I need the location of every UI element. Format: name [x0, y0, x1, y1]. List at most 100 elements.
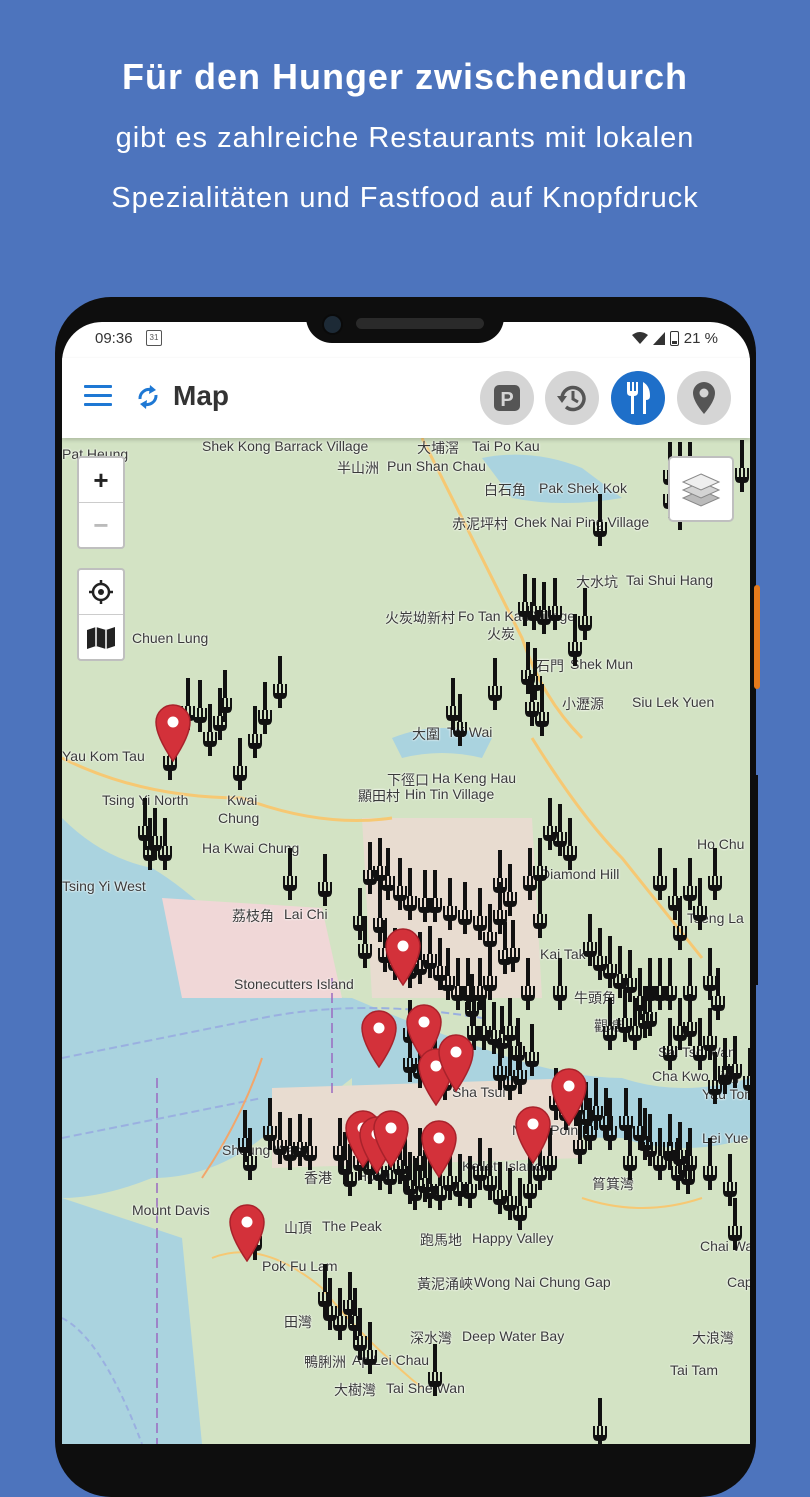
zoom-out-button[interactable]: −: [79, 503, 123, 547]
restaurant-marker[interactable]: [272, 656, 288, 708]
restaurant-marker[interactable]: [142, 818, 158, 870]
restaurant-marker[interactable]: [452, 694, 468, 746]
map-place-label: 黃泥涌峽: [417, 1276, 473, 1292]
map-place-label: Stonecutters Island: [234, 976, 354, 992]
signal-icon: [652, 332, 665, 345]
restaurant-marker[interactable]: [442, 878, 458, 930]
restaurant-marker[interactable]: [637, 986, 653, 1038]
location-pin-marker[interactable]: [437, 1034, 475, 1092]
zoom-in-button[interactable]: +: [79, 458, 123, 503]
restaurant-marker[interactable]: [482, 948, 498, 1000]
restaurant-marker[interactable]: [524, 1024, 540, 1076]
restaurant-marker[interactable]: [592, 494, 608, 546]
refresh-icon[interactable]: [134, 381, 162, 413]
restaurant-marker[interactable]: [562, 818, 578, 870]
map-place-label: Tai She Wan: [386, 1380, 465, 1396]
map-place-label: Yau Kom Tau: [62, 748, 145, 764]
restaurant-marker[interactable]: [505, 920, 521, 972]
history-button[interactable]: [545, 371, 599, 425]
restaurant-marker[interactable]: [232, 738, 248, 790]
restaurant-marker[interactable]: [242, 1128, 258, 1180]
location-pin-marker[interactable]: [154, 704, 192, 762]
restaurant-marker[interactable]: [592, 1398, 608, 1444]
restaurant-marker[interactable]: [682, 1128, 698, 1180]
restaurant-marker[interactable]: [702, 1008, 718, 1060]
places-button[interactable]: [677, 371, 731, 425]
restaurant-marker[interactable]: [157, 818, 173, 870]
restaurant-marker[interactable]: [727, 1198, 743, 1250]
map-place-label: 香港: [304, 1170, 332, 1186]
location-pin-marker[interactable]: [384, 928, 422, 986]
restaurant-marker[interactable]: [734, 440, 750, 492]
hamburger-menu-icon[interactable]: [84, 385, 112, 407]
restaurant-marker[interactable]: [692, 878, 708, 930]
restaurant-marker[interactable]: [547, 578, 563, 630]
restaurant-marker[interactable]: [457, 882, 473, 934]
map-place-label: 白石角: [484, 482, 526, 498]
map-place-label: 半山洲: [337, 460, 379, 476]
map-place-label: Ha Keng Hau: [432, 770, 517, 786]
restaurant-marker[interactable]: [652, 848, 668, 900]
restaurant-marker[interactable]: [672, 898, 688, 950]
locate-button[interactable]: [79, 570, 123, 615]
parking-button[interactable]: P: [480, 371, 534, 425]
map-place-label: Cape: [727, 1274, 750, 1290]
restaurant-marker[interactable]: [552, 958, 568, 1010]
front-camera: [322, 314, 343, 335]
map-place-label: Shek Kong Barrack Village: [202, 438, 369, 454]
restaurants-button[interactable]: [611, 371, 665, 425]
location-pin-marker[interactable]: [360, 1010, 398, 1068]
location-pin-marker[interactable]: [228, 1204, 266, 1262]
map-place-label: 山頂: [284, 1220, 312, 1236]
layers-icon: [681, 473, 721, 507]
map-place-label: 大埔滘: [417, 440, 459, 456]
restaurant-marker[interactable]: [717, 1038, 733, 1090]
map-place-label: Lai Chi: [284, 906, 328, 922]
location-pin-marker[interactable]: [420, 1120, 458, 1178]
restaurant-marker[interactable]: [282, 848, 298, 900]
zoom-control: + −: [77, 456, 125, 549]
map-place-label: Chuen Lung: [132, 630, 209, 646]
restaurant-marker[interactable]: [742, 1048, 750, 1100]
restaurant-marker[interactable]: [302, 1118, 318, 1170]
restaurant-marker[interactable]: [247, 706, 263, 758]
map-place-label: 小瀝源: [562, 696, 604, 712]
location-pin-marker[interactable]: [372, 1110, 410, 1168]
restaurant-marker[interactable]: [702, 1138, 718, 1190]
map-place-label: 火炭: [487, 626, 515, 642]
map-place-label: Siu Lek Yuen: [632, 694, 715, 710]
map-place-label: 赤泥坪村: [452, 516, 508, 532]
restaurant-marker[interactable]: [427, 870, 443, 922]
restaurant-marker[interactable]: [357, 916, 373, 968]
location-pin-marker[interactable]: [550, 1068, 588, 1126]
restaurant-marker[interactable]: [217, 670, 233, 722]
map-type-button[interactable]: [79, 615, 123, 659]
restaurant-marker[interactable]: [317, 854, 333, 906]
restaurant-marker[interactable]: [427, 1344, 443, 1396]
restaurant-marker[interactable]: [534, 684, 550, 736]
map-place-label: 荔枝角: [232, 908, 274, 924]
restaurant-marker[interactable]: [622, 1128, 638, 1180]
restaurant-marker[interactable]: [487, 658, 503, 710]
restaurant-marker[interactable]: [362, 1322, 378, 1374]
map-view[interactable]: Pat Heung Shek Kong Barrack Village 大埔滘 Tai…: [62, 438, 750, 1444]
restaurant-marker[interactable]: [402, 868, 418, 920]
restaurant-marker[interactable]: [707, 848, 723, 900]
location-pin-marker[interactable]: [514, 1106, 552, 1164]
map-place-label: Happy Valley: [472, 1230, 554, 1246]
promo-subline-2: Spezialitäten und Fastfood auf Knopfdruc…: [111, 182, 699, 214]
restaurant-marker[interactable]: [637, 1108, 653, 1160]
map-place-label: Tsing Yi West: [62, 878, 146, 894]
folded-map-icon: [87, 627, 115, 649]
restaurant-marker[interactable]: [192, 680, 208, 732]
restaurant-marker[interactable]: [602, 998, 618, 1050]
map-place-label: Tai Shui Hang: [626, 572, 714, 588]
restaurant-marker[interactable]: [567, 614, 583, 666]
restaurant-marker[interactable]: [532, 886, 548, 938]
restaurant-marker[interactable]: [520, 958, 536, 1010]
restaurant-marker[interactable]: [602, 1098, 618, 1150]
layers-button[interactable]: [668, 456, 734, 522]
svg-text:P: P: [500, 389, 513, 411]
map-place-label: Chek Nai Ping Village: [514, 514, 650, 530]
parking-icon: P: [494, 385, 520, 411]
